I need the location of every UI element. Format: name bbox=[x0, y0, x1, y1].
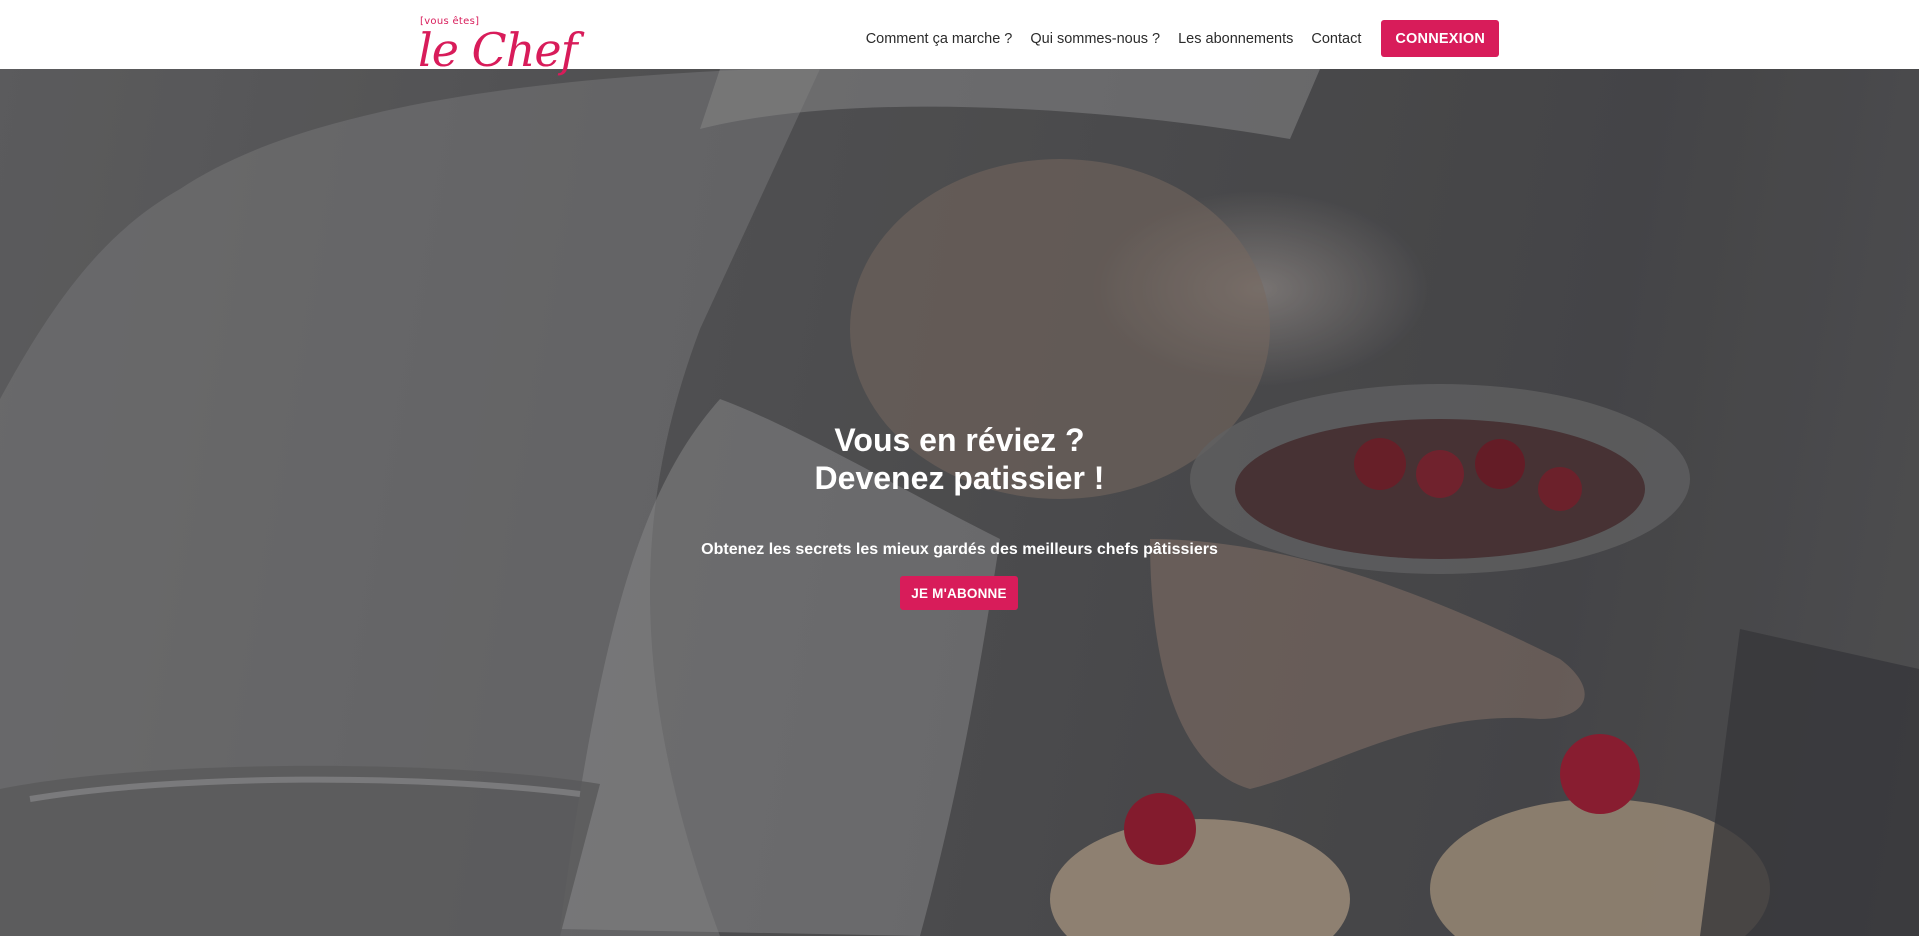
login-button[interactable]: CONNEXION bbox=[1381, 20, 1499, 57]
hero-subtitle: Obtenez les secrets les mieux gardés des… bbox=[701, 541, 1218, 558]
hero-section: Vous en réviez ? Devenez patissier ! Obt… bbox=[0, 69, 1919, 936]
nav-link-comment-ca-marche[interactable]: Comment ça marche ? bbox=[866, 31, 1013, 47]
main-nav: Comment ça marche ? Qui sommes-nous ? Le… bbox=[866, 20, 1499, 57]
nav-link-contact[interactable]: Contact bbox=[1311, 31, 1361, 47]
nav-link-qui-sommes-nous[interactable]: Qui sommes-nous ? bbox=[1030, 31, 1160, 47]
logo-name: le Chef bbox=[418, 23, 578, 77]
nav-link-abonnements[interactable]: Les abonnements bbox=[1178, 31, 1293, 47]
logo[interactable]: [vous êtes] le Chef bbox=[418, 14, 578, 90]
site-header: [vous êtes] le Chef Comment ça marche ? … bbox=[0, 0, 1919, 77]
subscribe-button[interactable]: JE M'ABONNE bbox=[900, 576, 1018, 610]
hero-title-line-1: Vous en réviez ? bbox=[834, 422, 1085, 458]
hero-content: Vous en réviez ? Devenez patissier ! Obt… bbox=[0, 69, 1919, 936]
hero-title: Vous en réviez ? Devenez patissier ! bbox=[0, 421, 1919, 497]
hero-title-line-2: Devenez patissier ! bbox=[814, 460, 1105, 496]
